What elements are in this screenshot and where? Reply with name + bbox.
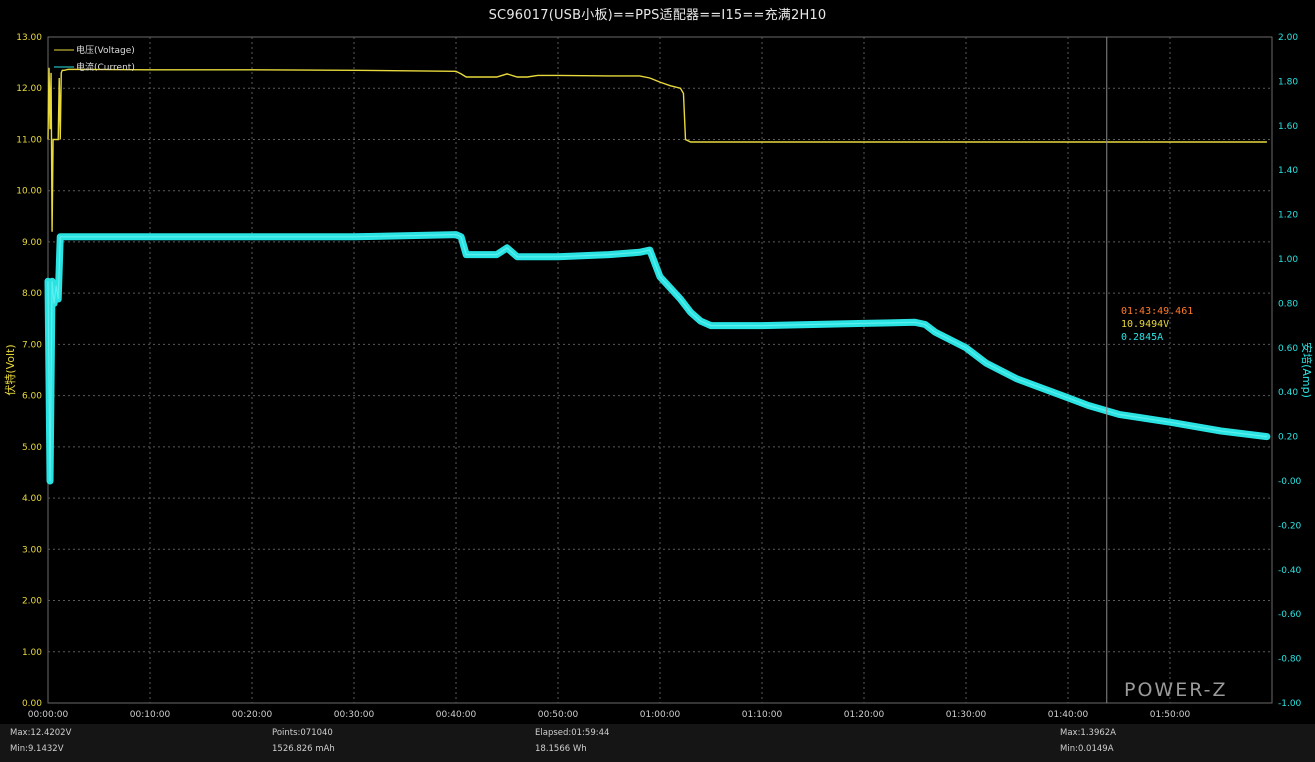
x-tick-label: 01:30:00 xyxy=(946,710,987,720)
y2-tick-label: 1.00 xyxy=(1278,255,1298,265)
y-tick-label: 4.00 xyxy=(22,494,42,504)
x-tick-label: 01:00:00 xyxy=(640,710,681,720)
y2-axis-label: 安培(Amp) xyxy=(1300,342,1314,398)
y-tick-label: 7.00 xyxy=(22,340,42,350)
legend-current-label: 电流(Current) xyxy=(76,61,135,73)
x-axis-ticks: 00:00:00 00:10:00 00:20:00 00:30:00 00:40:00… xyxy=(28,710,1191,720)
y2-tick-label: 0.80 xyxy=(1278,299,1298,309)
max-current: Max:1.3962A xyxy=(1060,728,1116,738)
y-tick-label: 2.00 xyxy=(22,597,42,607)
max-voltage: Max:12.4202V xyxy=(10,728,72,738)
cursor-readout: 01:43:49.461 10.9494V 0.2845A xyxy=(1121,306,1193,343)
footer-stats: Max:12.4202V Min:9.1432V Points:071040 1… xyxy=(0,724,1315,762)
y-tick-label: 0.00 xyxy=(22,699,42,709)
y-tick-label: 6.00 xyxy=(22,392,42,402)
x-tick-label: 01:10:00 xyxy=(742,710,783,720)
y2-tick-label: -0.20 xyxy=(1278,521,1302,531)
legend: 电压(Voltage) 电流(Current) xyxy=(54,44,135,73)
y2-tick-label: -0.60 xyxy=(1278,610,1302,620)
y-tick-label: 3.00 xyxy=(22,545,42,555)
series-group xyxy=(44,67,1271,485)
y-axis-label: 伏特(Volt) xyxy=(3,344,17,395)
brand-logo: POWER-Z xyxy=(1124,679,1228,701)
y-tick-label: 11.00 xyxy=(16,135,42,145)
y2-tick-label: -0.40 xyxy=(1278,566,1302,576)
y2-tick-label: -0.00 xyxy=(1278,477,1302,487)
y-tick-label: 5.00 xyxy=(22,443,42,453)
min-current: Min:0.0149A xyxy=(1060,744,1114,754)
y-tick-label: 12.00 xyxy=(16,84,42,94)
y2-tick-label: -1.00 xyxy=(1278,699,1302,709)
x-tick-label: 00:20:00 xyxy=(232,710,273,720)
grid-lines xyxy=(47,36,1273,704)
cursor-time: 01:43:49.461 xyxy=(1121,306,1193,317)
min-voltage: Min:9.1432V xyxy=(10,744,64,754)
y-tick-label: 1.00 xyxy=(22,648,42,658)
y-tick-label: 13.00 xyxy=(16,33,42,43)
x-tick-label: 01:40:00 xyxy=(1048,710,1089,720)
x-tick-label: 00:50:00 xyxy=(538,710,579,720)
y2-tick-label: 1.60 xyxy=(1278,122,1298,132)
y2-tick-label: 0.60 xyxy=(1278,344,1298,354)
y2-tick-label: -0.80 xyxy=(1278,655,1302,665)
y-tick-label: 8.00 xyxy=(22,289,42,299)
chart-svg: 0.00 1.00 2.00 3.00 4.00 5.00 6.00 7.00 8.00 9.00… xyxy=(3,33,1314,720)
capacity: 1526.826 mAh xyxy=(272,744,335,754)
x-tick-label: 01:20:00 xyxy=(844,710,885,720)
cursor-voltage: 10.9494V xyxy=(1121,319,1169,330)
elapsed-time: Elapsed:01:59:44 xyxy=(535,728,610,738)
x-tick-label: 00:30:00 xyxy=(334,710,375,720)
energy: 18.1566 Wh xyxy=(535,744,587,754)
x-tick-label: 00:00:00 xyxy=(28,710,69,720)
y2-tick-label: 0.40 xyxy=(1278,388,1298,398)
voltage-series-line xyxy=(47,67,1267,232)
y2-tick-label: 1.80 xyxy=(1278,77,1298,87)
x-tick-label: 00:40:00 xyxy=(436,710,477,720)
y2-tick-label: 0.20 xyxy=(1278,433,1298,443)
y2-tick-label: 1.20 xyxy=(1278,211,1298,221)
legend-voltage-label: 电压(Voltage) xyxy=(76,44,135,56)
y-tick-label: 9.00 xyxy=(22,238,42,248)
y2-tick-label: 2.00 xyxy=(1278,33,1298,43)
cursor-current: 0.2845A xyxy=(1121,332,1163,343)
right-axis-ticks: -1.00 -0.80 -0.60 -0.40 -0.20 -0.00 0.20 0.40 0.… xyxy=(1278,33,1302,709)
x-tick-label: 01:50:00 xyxy=(1150,710,1191,720)
left-axis-ticks: 0.00 1.00 2.00 3.00 4.00 5.00 6.00 7.00 8.00 9.00… xyxy=(16,33,42,709)
current-series-core xyxy=(47,233,1267,482)
points-count: Points:071040 xyxy=(272,728,333,738)
y2-tick-label: 1.40 xyxy=(1278,166,1298,176)
y-tick-label: 10.00 xyxy=(16,187,42,197)
x-tick-label: 00:10:00 xyxy=(130,710,171,720)
